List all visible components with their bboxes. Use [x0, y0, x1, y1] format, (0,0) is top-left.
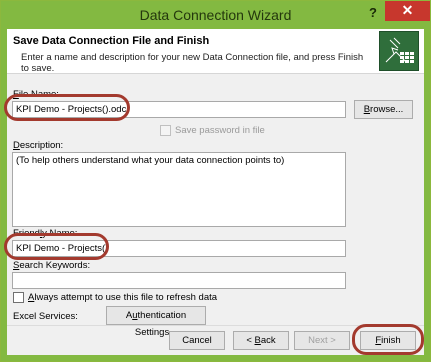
file-name-input[interactable]: KPI Demo - Projects().odc	[12, 101, 346, 118]
description-label: Description:	[13, 140, 63, 151]
help-button[interactable]: ?	[365, 5, 381, 21]
dialog-window: Data Connection Wizard ? ✕ Save Data Con…	[0, 0, 431, 362]
description-textarea[interactable]: (To help others understand what your dat…	[12, 152, 346, 227]
finish-label: inish	[381, 335, 401, 346]
friendly-name-label: Friendly Name:	[13, 228, 77, 239]
excel-services-label: Excel Services:	[13, 311, 78, 322]
page-title: Save Data Connection File and Finish	[13, 35, 210, 47]
next-button[interactable]: Next >	[294, 331, 350, 350]
browse-label: rowse...	[370, 104, 404, 115]
title-bar[interactable]: Data Connection Wizard ? ✕	[1, 1, 430, 29]
description-label-text: escription:	[19, 140, 64, 151]
save-password-checkbox[interactable]	[160, 125, 171, 136]
save-password-label: Save password in file	[175, 125, 265, 136]
search-keywords-label: Search Keywords:	[13, 260, 90, 271]
search-keywords-input[interactable]	[12, 272, 346, 289]
back-label: ack	[260, 335, 276, 346]
friendly-name-label-text: y Name:	[42, 228, 78, 239]
plug-grid-icon	[380, 32, 418, 70]
always-attempt-label: Always attempt to use this file to refre…	[28, 292, 217, 303]
back-prefix: <	[246, 335, 255, 346]
file-name-label: File Name:	[13, 89, 59, 100]
cancel-button[interactable]: Cancel	[169, 331, 225, 350]
data-connection-wizard-icon	[379, 31, 419, 71]
authentication-settings-button[interactable]: Authentication Settings...	[106, 306, 206, 338]
dialog-body: Save Data Connection File and Finish Ent…	[7, 29, 424, 355]
friendly-name-label-prefix: Friend	[13, 228, 40, 239]
friendly-name-input[interactable]: KPI Demo - Projects()	[12, 240, 346, 257]
finish-button[interactable]: Finish	[360, 331, 416, 350]
back-button[interactable]: < Back	[233, 331, 289, 350]
browse-button[interactable]: Browse...	[354, 100, 413, 119]
always-attempt-checkbox[interactable]	[13, 292, 24, 303]
always-attempt-text: lways attempt to use this file to refres…	[34, 292, 218, 303]
close-button[interactable]: ✕	[385, 1, 430, 21]
search-keywords-label-text: earch Keywords:	[19, 260, 91, 271]
footer-divider	[7, 325, 424, 326]
wizard-header: Save Data Connection File and Finish Ent…	[7, 29, 424, 74]
file-name-label-text: ile Name:	[18, 89, 59, 100]
page-description: Enter a name and description for your ne…	[21, 52, 364, 74]
description-label-accel: D	[13, 140, 20, 151]
